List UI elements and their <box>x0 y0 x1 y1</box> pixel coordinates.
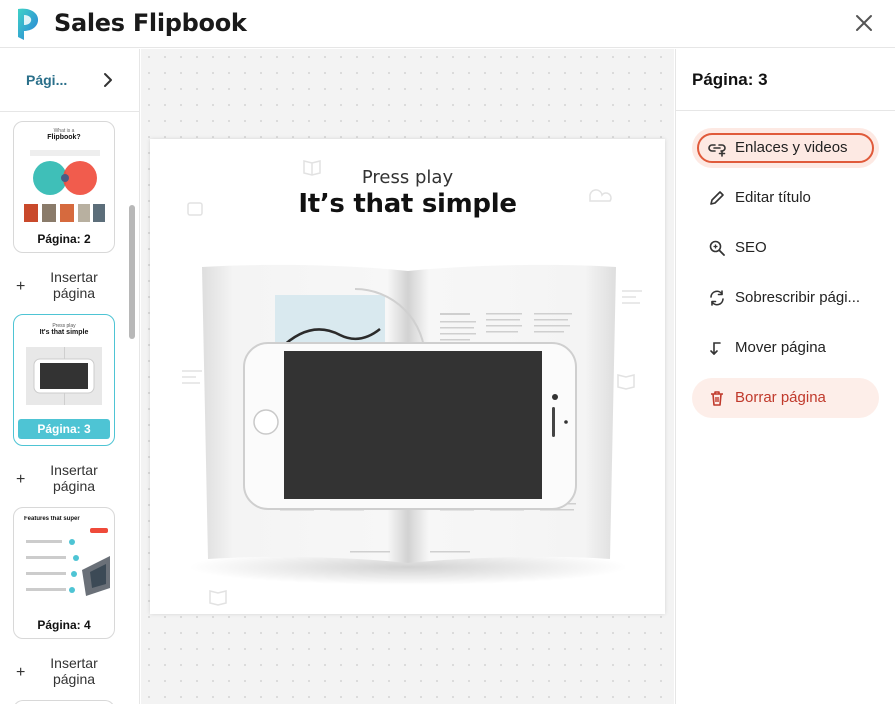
replace-icon <box>710 290 724 306</box>
move-icon <box>710 342 721 355</box>
pencil-icon <box>710 191 724 205</box>
flipbook-logo-icon <box>18 8 39 41</box>
thumb-title-line2: It's that simple <box>39 329 89 336</box>
thumb-label: Página: 4 <box>37 618 91 632</box>
thumb-title-line2: Flipbook? <box>47 134 81 141</box>
action-label: Editar título <box>735 189 811 206</box>
replace-page-button[interactable]: Sobrescribir pági... <box>692 278 879 318</box>
pages-sidebar: Pági... What is a Flipbook? Página: 2 + … <box>0 49 140 704</box>
action-label: Mover página <box>735 339 826 356</box>
sidebar-header: Pági... <box>0 49 139 112</box>
sidebar-header-label[interactable]: Pági... <box>26 72 67 88</box>
insert-page-label: Insertar página <box>50 655 98 687</box>
thumb-preview-graphic <box>24 150 105 222</box>
action-label: Enlaces y videos <box>735 139 848 156</box>
app-header: Sales Flipbook <box>0 0 895 48</box>
action-label: Sobrescribir pági... <box>735 289 861 306</box>
thumb-preview-graphic <box>26 528 110 596</box>
edit-title-button[interactable]: Editar título <box>692 178 879 218</box>
editor-canvas: Press play It’s that simple <box>141 49 674 704</box>
seo-search-icon <box>709 240 725 256</box>
insert-page-button[interactable]: + Insertar página <box>14 655 124 691</box>
page-actions-panel: Página: 3 Enlaces y videos Editar título <box>675 49 895 704</box>
book-phone-illustration <box>182 160 642 606</box>
thumb-label: Página: 3 <box>18 419 110 439</box>
trash-icon <box>711 391 723 406</box>
sidebar-scrollbar[interactable] <box>129 205 135 339</box>
thumb-label: Página: 2 <box>37 232 91 246</box>
close-icon[interactable] <box>853 12 875 34</box>
panel-title: Página: 3 <box>692 70 768 89</box>
action-label: SEO <box>735 239 767 256</box>
page-thumbnail-3[interactable]: Press play It's that simple Página: 3 <box>13 314 115 446</box>
insert-page-label: Insertar página <box>50 462 98 494</box>
plus-icon: + <box>16 471 26 488</box>
chevron-right-icon[interactable] <box>102 72 114 88</box>
page-thumbnail-2[interactable]: What is a Flipbook? Página: 2 <box>13 121 115 253</box>
move-page-button[interactable]: Mover página <box>692 328 879 368</box>
panel-divider <box>676 110 895 111</box>
insert-page-button[interactable]: + Insertar página <box>14 462 124 498</box>
page-thumbnail-4[interactable]: Features that super Página: 4 <box>13 507 115 639</box>
delete-page-button[interactable]: Borrar página <box>692 378 879 418</box>
action-label: Borrar página <box>735 389 826 406</box>
thumb-title-line1: Features that super <box>24 516 80 522</box>
app-title: Sales Flipbook <box>54 9 247 37</box>
link-plus-icon <box>708 144 726 157</box>
page-thumbnail-next[interactable] <box>13 700 115 704</box>
plus-icon: + <box>16 664 26 681</box>
insert-page-button[interactable]: + Insertar página <box>14 269 124 305</box>
seo-button[interactable]: SEO <box>692 228 879 268</box>
page-preview[interactable]: Press play It’s that simple <box>150 139 665 614</box>
insert-page-label: Insertar página <box>50 269 98 301</box>
links-videos-button[interactable]: Enlaces y videos <box>692 128 879 168</box>
thumb-preview-graphic <box>26 347 102 405</box>
flipbook-editor: Sales Flipbook Pági... What is a Flipboo… <box>0 0 895 704</box>
plus-icon: + <box>16 278 26 295</box>
